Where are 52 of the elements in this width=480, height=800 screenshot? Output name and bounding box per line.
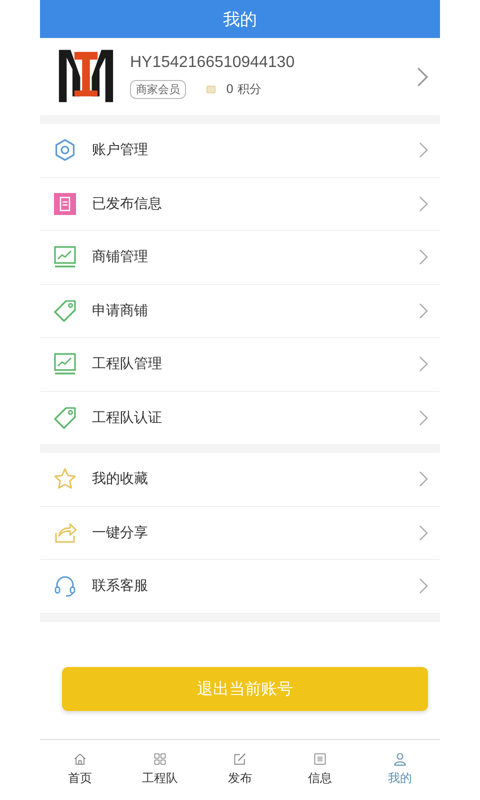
menu-item[interactable]: 商铺管理 bbox=[40, 231, 440, 284]
menu-label: 工程队认证 bbox=[92, 408, 163, 427]
tab-item[interactable]: 发布 bbox=[200, 740, 280, 798]
document-icon bbox=[53, 192, 77, 216]
tag-icon bbox=[53, 298, 77, 323]
menu-label: 一键分享 bbox=[92, 524, 149, 542]
menu-item[interactable]: 申请商铺 bbox=[40, 284, 440, 338]
member-badge: 商家会员 bbox=[130, 80, 186, 99]
chevron-icon bbox=[419, 471, 428, 488]
home-icon bbox=[73, 752, 87, 766]
tag-icon bbox=[53, 406, 77, 430]
chevron-icon bbox=[419, 249, 428, 266]
chart-icon bbox=[53, 352, 77, 376]
points-icon bbox=[206, 85, 216, 94]
menu-label: 工程队管理 bbox=[92, 355, 163, 374]
menu-item[interactable]: 联系客服 bbox=[40, 560, 440, 614]
chevron-icon bbox=[419, 524, 428, 541]
username: HY1542166510944130 bbox=[130, 54, 296, 72]
menu-item[interactable]: 工程队管理 bbox=[40, 338, 440, 392]
tab-item[interactable]: 信息 bbox=[280, 740, 360, 798]
tab-item[interactable]: 首页 bbox=[40, 740, 120, 798]
chevron-icon bbox=[419, 356, 428, 372]
share-icon bbox=[53, 520, 77, 545]
star-icon bbox=[53, 467, 77, 492]
menu-item[interactable]: 账户管理 bbox=[40, 124, 440, 178]
menu-label: 商铺管理 bbox=[92, 248, 149, 266]
points-text: 0 积分 bbox=[226, 81, 262, 98]
chevron-icon bbox=[419, 302, 428, 319]
menu-label: 账户管理 bbox=[92, 141, 149, 160]
person-icon bbox=[393, 752, 407, 766]
menu-item[interactable]: 我的收藏 bbox=[40, 453, 440, 506]
menu-label: 联系客服 bbox=[92, 577, 149, 596]
edit-icon bbox=[233, 752, 247, 766]
grid-icon bbox=[153, 752, 167, 766]
menu-item[interactable]: 一键分享 bbox=[40, 506, 440, 560]
tab-item[interactable]: 工程队 bbox=[120, 740, 200, 798]
menu-item[interactable]: 已发布信息 bbox=[40, 178, 440, 231]
headset-icon bbox=[53, 574, 77, 598]
chevron-icon bbox=[419, 578, 428, 594]
gear-icon bbox=[53, 138, 77, 162]
menu-label: 申请商铺 bbox=[92, 302, 149, 320]
chevron-icon bbox=[417, 66, 428, 86]
news-icon bbox=[313, 752, 327, 766]
menu-item[interactable]: 工程队认证 bbox=[40, 392, 440, 445]
menu-label: 已发布信息 bbox=[92, 194, 163, 213]
chevron-icon bbox=[419, 142, 428, 158]
chevron-icon bbox=[419, 410, 428, 426]
tab-item[interactable]: 我的 bbox=[360, 740, 440, 798]
page-title: 我的 bbox=[223, 8, 257, 30]
menu-label: 我的收藏 bbox=[92, 470, 149, 488]
chevron-icon bbox=[419, 196, 428, 212]
chart-icon bbox=[53, 245, 77, 270]
